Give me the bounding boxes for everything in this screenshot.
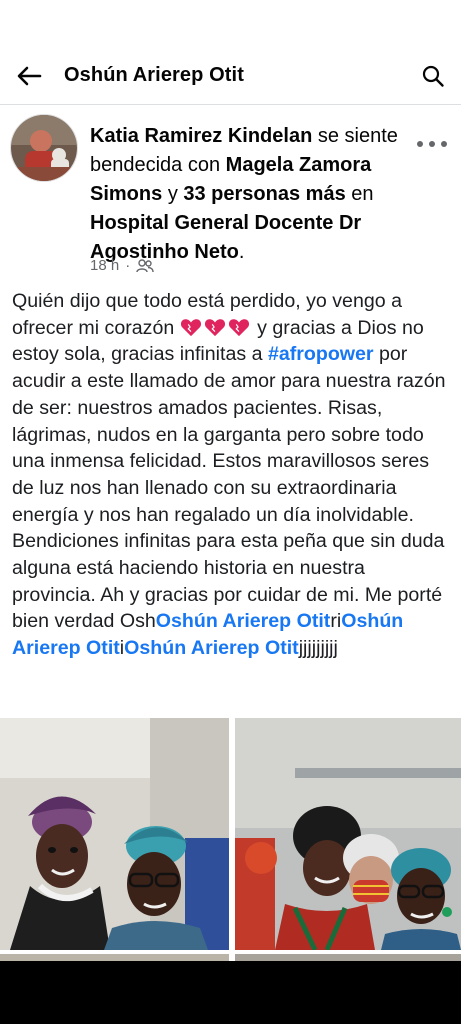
- post-text-part4: ri: [330, 610, 342, 633]
- more-options-button[interactable]: [417, 134, 447, 154]
- period-text: .: [238, 241, 245, 263]
- page-mention-link[interactable]: Oshún Arierep Otit: [124, 637, 299, 659]
- back-button[interactable]: [14, 62, 44, 90]
- author-name[interactable]: Katia Ramirez Kindelan: [90, 125, 312, 147]
- meta-separator: ·: [125, 257, 131, 274]
- dot-icon: [417, 141, 423, 147]
- dot-icon: [429, 141, 435, 147]
- location-name[interactable]: Hospital General Docente Dr Agostinho Ne…: [90, 212, 361, 263]
- page-title: Oshún Arierep Otit: [64, 64, 244, 86]
- heart-icon: [204, 318, 225, 336]
- status-bar-area: [0, 0, 461, 44]
- system-navigation-bar: [0, 961, 461, 1024]
- post-photo[interactable]: [235, 718, 461, 950]
- search-button[interactable]: [419, 62, 447, 90]
- photo-grid: [0, 718, 461, 962]
- post-header: Katia Ramirez Kindelan se siente bendeci…: [0, 114, 461, 284]
- post-author-line: Katia Ramirez Kindelan se siente bendeci…: [90, 122, 410, 267]
- dot-icon: [441, 141, 447, 147]
- page-mention-link[interactable]: Oshún Arierep Otit: [156, 610, 331, 632]
- and-text: y: [167, 183, 178, 205]
- post-time[interactable]: 18 h: [90, 257, 119, 274]
- top-app-bar: Oshún Arierep Otit: [0, 52, 461, 100]
- header-divider: [0, 104, 461, 105]
- friends-icon: [136, 258, 154, 272]
- post-meta: 18 h ·: [90, 257, 154, 274]
- post-text-part3: por acudir a este llamado de amor para n…: [12, 343, 446, 633]
- arrow-left-icon: [17, 66, 42, 86]
- heart-icon: [228, 318, 249, 336]
- post-photo[interactable]: [0, 718, 229, 950]
- author-avatar[interactable]: [10, 114, 78, 182]
- post-text: Quién dijo que todo está perdido, yo ven…: [12, 288, 452, 662]
- search-icon: [422, 65, 444, 87]
- hashtag-link[interactable]: #afropower: [268, 343, 374, 365]
- location-prefix: en: [351, 183, 374, 205]
- post-text-part6: jjjjjjjjj: [298, 637, 338, 660]
- heart-icon: [180, 318, 201, 336]
- tagged-others[interactable]: 33 personas más: [183, 183, 345, 205]
